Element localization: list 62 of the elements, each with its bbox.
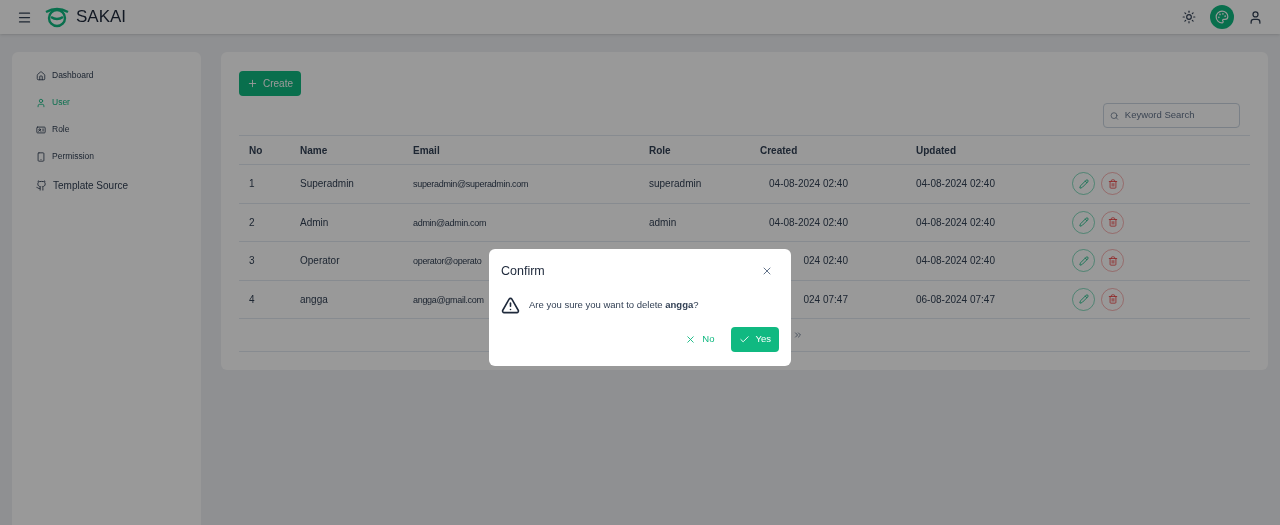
- table-cell: 04-08-2024 02:40: [916, 216, 995, 228]
- pencil-icon: [1078, 178, 1089, 189]
- id-card-icon: [36, 124, 46, 135]
- column-header: Updated: [916, 144, 956, 156]
- github-icon: [36, 180, 47, 191]
- table-cell: superadmin@superadmin.com: [413, 179, 529, 189]
- table-cell: Admin: [300, 216, 329, 228]
- table-cell: admin@admin.com: [413, 217, 487, 228]
- table-cell: 024 07:47: [803, 293, 848, 305]
- pencil-icon: [1078, 294, 1089, 305]
- table-cell: 4: [249, 293, 255, 305]
- user-icon[interactable]: [1248, 9, 1263, 25]
- trash-icon: [1107, 255, 1118, 266]
- brand-name: SAKAI: [76, 6, 127, 29]
- table-cell: 04-08-2024 02:40: [769, 216, 848, 228]
- table-cell: angga@gmail.com: [413, 294, 484, 305]
- table-cell: 024 02:40: [803, 255, 848, 267]
- pencil-icon: [1078, 217, 1089, 228]
- palette-button[interactable]: [1210, 5, 1234, 29]
- dialog-title: Confirm: [501, 263, 545, 280]
- table-cell: admin: [649, 216, 677, 228]
- table-cell: 3: [249, 255, 255, 267]
- table-cell: operator@operato: [413, 256, 482, 266]
- column-header: No: [249, 144, 263, 156]
- sidebar-item[interactable]: Dashboard: [36, 62, 201, 89]
- column-header: Name: [300, 144, 328, 156]
- table-cell: 04-08-2024 02:40: [916, 255, 995, 267]
- table-cell: Operator: [300, 255, 340, 267]
- logo-icon: [44, 6, 70, 28]
- sun-icon[interactable]: [1182, 10, 1196, 24]
- search-icon: [1110, 110, 1119, 121]
- column-header: Role: [649, 144, 671, 156]
- trash-icon: [1107, 178, 1118, 189]
- dialog-message: Are you sure you want to delete angga?: [529, 298, 699, 313]
- menu-icon[interactable]: [17, 9, 32, 25]
- sidebar-item[interactable]: Template Source: [36, 172, 201, 199]
- search-input[interactable]: Keyword Search: [1124, 108, 1233, 123]
- home-icon: [36, 70, 46, 81]
- sidebar-item[interactable]: Permission: [36, 143, 201, 170]
- table-cell: 04-08-2024 02:40: [769, 178, 848, 190]
- table-cell: 1: [249, 178, 255, 190]
- column-header: Email: [413, 144, 440, 156]
- user-icon: [36, 97, 46, 108]
- table-cell: superadmin: [649, 178, 702, 190]
- trash-icon: [1107, 217, 1118, 228]
- x-icon: [685, 333, 697, 345]
- table-cell: 2: [249, 216, 255, 228]
- plus-icon: [247, 78, 258, 89]
- table-cell: 04-08-2024 02:40: [916, 178, 995, 190]
- phone-icon: [36, 151, 46, 162]
- sidebar-item[interactable]: Role: [36, 116, 201, 143]
- search-field[interactable]: Keyword Search: [1103, 103, 1240, 128]
- column-header: Created: [760, 144, 798, 156]
- table-cell: 06-08-2024 07:47: [916, 293, 995, 305]
- palette-icon: [1215, 10, 1229, 24]
- table-cell: Superadmin: [300, 178, 354, 190]
- table-cell: angga: [300, 293, 328, 305]
- trash-icon: [1107, 294, 1118, 305]
- last-page-icon[interactable]: [793, 330, 803, 340]
- warning-icon: [501, 295, 520, 315]
- check-icon: [738, 333, 750, 345]
- pencil-icon: [1078, 255, 1089, 266]
